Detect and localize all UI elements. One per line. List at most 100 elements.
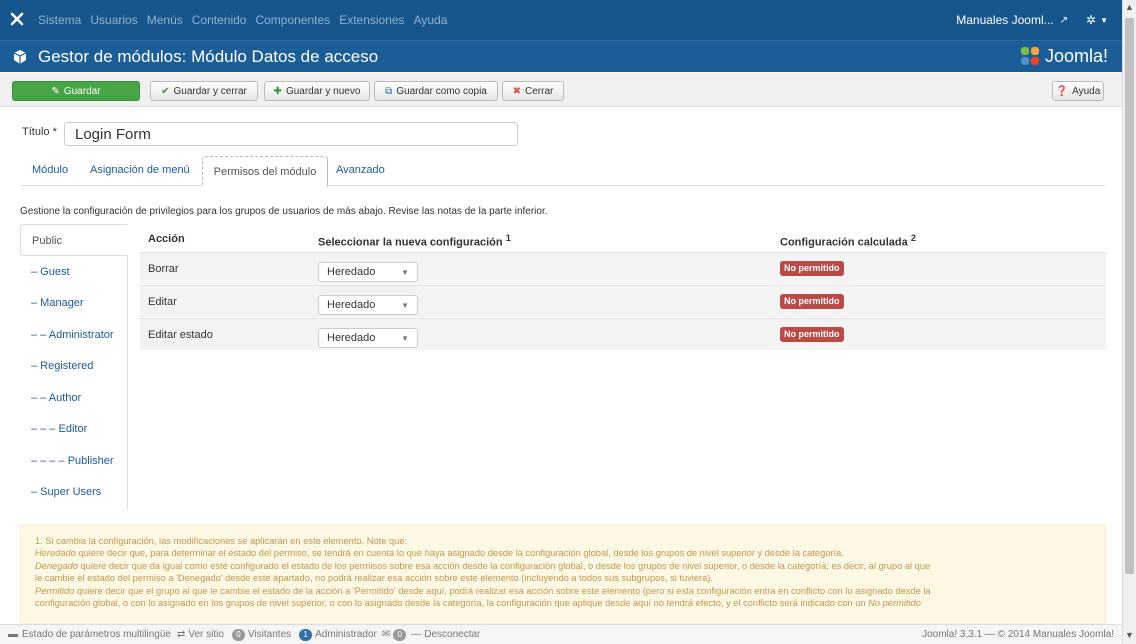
minus-icon: — — [411, 629, 422, 640]
status-bar-left: ▬ Estado de parámetros multilingüe ⇄ Ver… — [8, 625, 480, 644]
chevron-down-icon: ▼ — [401, 301, 409, 310]
notes-alert: 1. Si cambia la configuración, las modif… — [20, 524, 1106, 624]
toolbar: ✎ Guardar ✔ Guardar y cerrar ✚ Guardar y… — [0, 73, 1122, 107]
tab-modulo[interactable]: Módulo — [32, 164, 68, 176]
group-publisher[interactable]: – – – – Publisher — [20, 445, 128, 477]
menu-componentes[interactable]: Componentes — [255, 0, 330, 40]
visitors-count-badge: 0 — [231, 628, 245, 641]
group-administrator[interactable]: – – Administrator — [20, 319, 128, 351]
joomla-logo-icon — [1020, 47, 1039, 65]
group-manager[interactable]: – Manager — [20, 287, 128, 319]
joomla-x-icon[interactable] — [10, 12, 24, 26]
top-navbar: Sistema Usuarios Menús Contenido Compone… — [0, 0, 1122, 40]
plus-icon: ✚ — [273, 85, 282, 97]
permission-select-value: Heredado — [327, 299, 376, 311]
chevron-down-icon: ▼ — [401, 268, 409, 277]
admin-count-badge: 1 — [299, 628, 313, 641]
page-header: Gestor de módulos: Módulo Datos de acces… — [0, 40, 1122, 72]
save-copy-button[interactable]: ⧉ Guardar como copia — [374, 81, 498, 101]
cube-icon — [13, 50, 27, 64]
close-label: Cerrar — [525, 85, 554, 97]
permission-select[interactable]: Heredado ▼ — [318, 262, 418, 282]
notes-line: Denegado quiere decir que da igual como … — [35, 560, 1105, 572]
notes-line: 1. Si cambia la configuración, las modif… — [35, 536, 408, 546]
page-scrollbar[interactable]: ▲ ▼ — [1122, 0, 1136, 644]
gear-icon[interactable]: ✲ — [1086, 13, 1096, 27]
logout-link[interactable]: Desconectar — [424, 625, 480, 644]
title-label: Título * — [22, 126, 57, 138]
action-label: Borrar — [148, 263, 179, 275]
external-link-icon[interactable]: ↗ — [1060, 15, 1068, 26]
permission-select-value: Heredado — [327, 332, 376, 344]
action-label: Editar — [148, 296, 177, 308]
group-registered[interactable]: – Registered — [20, 350, 128, 382]
menu-sistema[interactable]: Sistema — [38, 0, 81, 40]
action-label: Editar estado — [148, 329, 213, 341]
version-info: Joomla! 3.3.1 — © 2014 Manuales Joomla! — [922, 629, 1114, 640]
edit-icon: ✎ — [51, 85, 60, 97]
help-label: Ayuda — [1072, 85, 1101, 97]
menu-ayuda[interactable]: Ayuda — [414, 0, 448, 40]
permission-select[interactable]: Heredado ▼ — [318, 328, 418, 348]
notes-term: Denegado — [35, 560, 78, 571]
tab-avanzado[interactable]: Avanzado — [336, 164, 385, 176]
admin-label: Administrador — [315, 629, 377, 640]
column-header-action: Acción — [148, 233, 185, 245]
joomla-logo-text: Joomla! — [1044, 45, 1108, 66]
group-author[interactable]: – – Author — [20, 382, 128, 414]
menu-usuarios[interactable]: Usuarios — [90, 0, 137, 40]
table-row: Borrar Heredado ▼ No permitido — [140, 252, 1106, 284]
status-badge: No permitido — [780, 327, 844, 342]
group-guest[interactable]: – Guest — [20, 256, 128, 288]
column-header-calculated-text: Configuración calculada — [780, 236, 908, 249]
notes-text: quiere decir que el grupo al que le camb… — [74, 585, 931, 596]
envelope-icon[interactable]: ✉ — [382, 625, 390, 644]
caret-down-icon[interactable]: ▼ — [1100, 16, 1108, 25]
view-site-link[interactable]: Ver sitio — [188, 625, 224, 644]
help-button[interactable]: ❓ Ayuda — [1052, 81, 1104, 101]
site-name-link[interactable]: Manuales Jooml... — [956, 13, 1053, 27]
permissions-description: Gestione la configuración de privilegios… — [20, 206, 548, 217]
group-super-users[interactable]: – Super Users — [20, 476, 128, 508]
table-row: Editar Heredado ▼ No permitido — [140, 285, 1106, 317]
menu-menus[interactable]: Menús — [147, 0, 183, 40]
multilang-status-link[interactable]: Estado de parámetros multilingüe — [22, 625, 171, 644]
check-icon: ✔ — [161, 85, 170, 97]
column-header-calculated: Configuración calculada 2 — [780, 233, 916, 249]
notes-line: Heredado quiere decir que, para determin… — [35, 547, 1105, 559]
copy-icon: ⧉ — [385, 85, 393, 97]
group-editor[interactable]: – – – Editor — [20, 413, 128, 445]
scroll-down-icon[interactable]: ▼ — [1125, 630, 1134, 640]
page-title: Gestor de módulos: Módulo Datos de acces… — [38, 47, 379, 66]
menu-extensiones[interactable]: Extensiones — [339, 0, 404, 40]
share-icon: ⇄ — [176, 629, 186, 640]
save-button[interactable]: ✎ Guardar — [12, 81, 140, 101]
save-new-button[interactable]: ✚ Guardar y nuevo — [264, 81, 370, 101]
menu-contenido[interactable]: Contenido — [192, 0, 247, 40]
chevron-down-icon: ▼ — [401, 334, 409, 343]
notes-line: Permitido quiere decir que el grupo al q… — [35, 585, 1105, 597]
save-close-label: Guardar y cerrar — [173, 85, 247, 97]
messages-count-badge[interactable]: 0 — [393, 628, 407, 641]
permission-select[interactable]: Heredado ▼ — [318, 295, 418, 315]
notes-term: Permitido — [35, 585, 75, 596]
tab-permisos[interactable]: Permisos del módulo — [202, 156, 328, 187]
footnote-1: 1 — [505, 233, 511, 243]
save-close-button[interactable]: ✔ Guardar y cerrar — [150, 81, 258, 101]
title-input[interactable] — [64, 122, 518, 146]
comment-icon: ▬ — [8, 629, 18, 640]
notes-term: No permitido — [868, 598, 921, 609]
permission-select-value: Heredado — [327, 266, 376, 278]
scroll-thumb[interactable] — [1125, 18, 1134, 574]
scroll-up-icon[interactable]: ▲ — [1125, 2, 1134, 12]
save-label: Guardar — [63, 85, 101, 97]
tab-asignacion-menu[interactable]: Asignación de menú — [90, 164, 190, 176]
group-public[interactable]: Public — [20, 224, 128, 256]
notes-line: configuración global, o con lo asignado … — [35, 597, 1105, 609]
top-menu: Sistema Usuarios Menús Contenido Compone… — [38, 0, 456, 40]
close-button[interactable]: ✖ Cerrar — [502, 81, 564, 101]
top-right-area: Manuales Jooml... ↗ ✲ ▼ — [956, 0, 1108, 40]
close-circle-icon: ✖ — [512, 85, 522, 97]
groups-sidebar: Public – Guest – Manager – – Administrat… — [20, 224, 128, 510]
column-header-new-setting: Seleccionar la nueva configuración 1 — [318, 233, 511, 249]
